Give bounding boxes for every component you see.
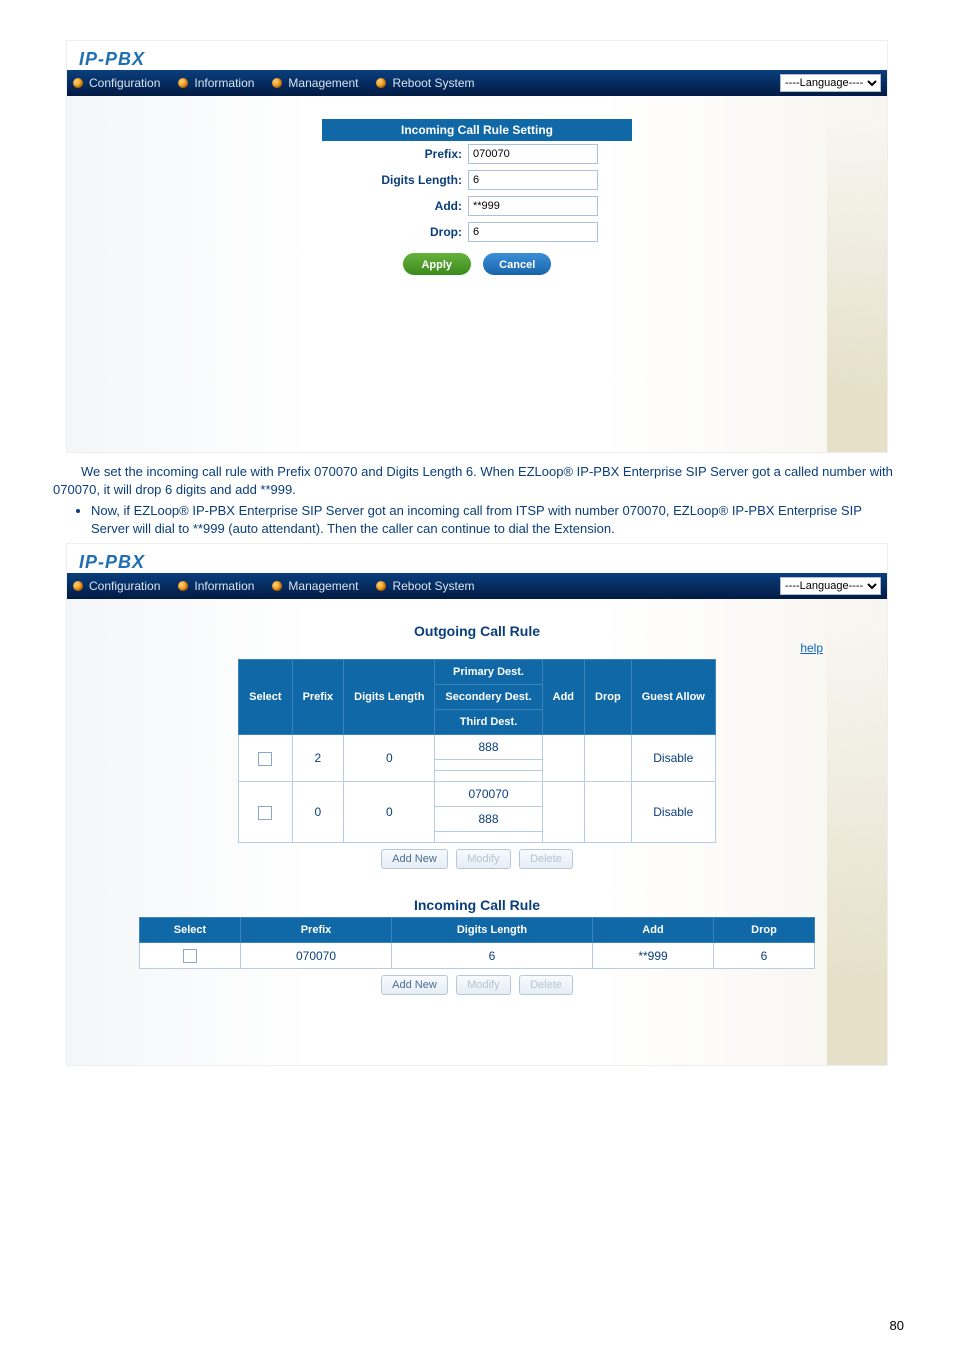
tab-management[interactable]: Management [272,579,358,593]
page-number: 80 [890,1318,904,1333]
app-logo: IP-PBX [79,552,145,572]
plant-decoration [827,126,887,452]
col-drop: Drop [585,660,632,735]
outgoing-title: Outgoing Call Rule [85,617,869,639]
prefix-input[interactable] [468,144,598,164]
outgoing-table: Select Prefix Digits Length Primary Dest… [238,659,716,843]
col-select: Select [239,660,292,735]
tab-configuration[interactable]: Configuration [73,579,160,593]
header: IP-PBX [67,41,887,70]
add-new-button[interactable]: Add New [381,849,448,869]
delete-button[interactable]: Delete [519,975,573,995]
tab-management[interactable]: Management [272,76,358,90]
main-tabs: Configuration Information Management Reb… [67,70,887,96]
language-select[interactable]: ----Language---- [780,577,881,595]
cancel-button[interactable]: Cancel [483,253,551,275]
modify-button[interactable]: Modify [456,849,510,869]
incoming-table: Select Prefix Digits Length Add Drop 070… [139,917,815,969]
col-drop: Drop [714,918,815,943]
row-checkbox[interactable] [258,752,272,766]
col-select: Select [140,918,241,943]
screenshot-incoming-form: IP-PBX Configuration Information Managem… [66,40,888,453]
add-input[interactable] [468,196,598,216]
apply-button[interactable]: Apply [403,253,471,275]
digits-length-input[interactable] [468,170,598,190]
add-label: Add: [322,199,468,213]
col-prefix: Prefix [292,660,344,735]
narrative-text: We set the incoming call rule with Prefi… [53,463,901,537]
row-checkbox[interactable] [183,949,197,963]
col-guest-allow: Guest Allow [631,660,715,735]
delete-button[interactable]: Delete [519,849,573,869]
drop-label: Drop: [322,225,468,239]
incoming-form-panel: Incoming Call Rule Setting Prefix: Digit… [322,119,632,277]
content-area: Outgoing Call Rule help Select Prefix Di… [67,599,887,1065]
tab-configuration[interactable]: Configuration [73,76,160,90]
table-row: 070070 6 **999 6 [140,943,815,969]
prefix-label: Prefix: [322,147,468,161]
tab-information[interactable]: Information [178,76,254,90]
narrative-bullet1: Now, if EZLoop® IP-PBX Enterprise SIP Se… [91,502,901,537]
col-add: Add [593,918,714,943]
help-link[interactable]: help [85,641,823,655]
content-area: Incoming Call Rule Setting Prefix: Digit… [67,96,887,452]
col-digits-length: Digits Length [344,660,435,735]
incoming-form-title: Incoming Call Rule Setting [322,119,632,141]
table-row: 0 0 070070 Disable [239,782,716,807]
main-tabs: Configuration Information Management Reb… [67,573,887,599]
incoming-title: Incoming Call Rule [85,891,869,913]
col-primary-dest: Primary Dest. [435,660,542,685]
col-digits-length: Digits Length [392,918,593,943]
col-third-dest: Third Dest. [435,710,542,735]
screenshot-call-rules: IP-PBX Configuration Information Managem… [66,543,888,1066]
row-checkbox[interactable] [258,806,272,820]
tab-reboot[interactable]: Reboot System [376,579,474,593]
tab-information[interactable]: Information [178,579,254,593]
tab-reboot[interactable]: Reboot System [376,76,474,90]
col-prefix: Prefix [241,918,392,943]
digits-length-label: Digits Length: [322,173,468,187]
col-add: Add [542,660,584,735]
col-secondary-dest: Secondery Dest. [435,685,542,710]
language-select[interactable]: ----Language---- [780,74,881,92]
add-new-button[interactable]: Add New [381,975,448,995]
narrative-line1: We set the incoming call rule with Prefi… [53,463,901,498]
header: IP-PBX [67,544,887,573]
modify-button[interactable]: Modify [456,975,510,995]
table-row: 2 0 888 Disable [239,735,716,760]
drop-input[interactable] [468,222,598,242]
app-logo: IP-PBX [79,49,145,69]
